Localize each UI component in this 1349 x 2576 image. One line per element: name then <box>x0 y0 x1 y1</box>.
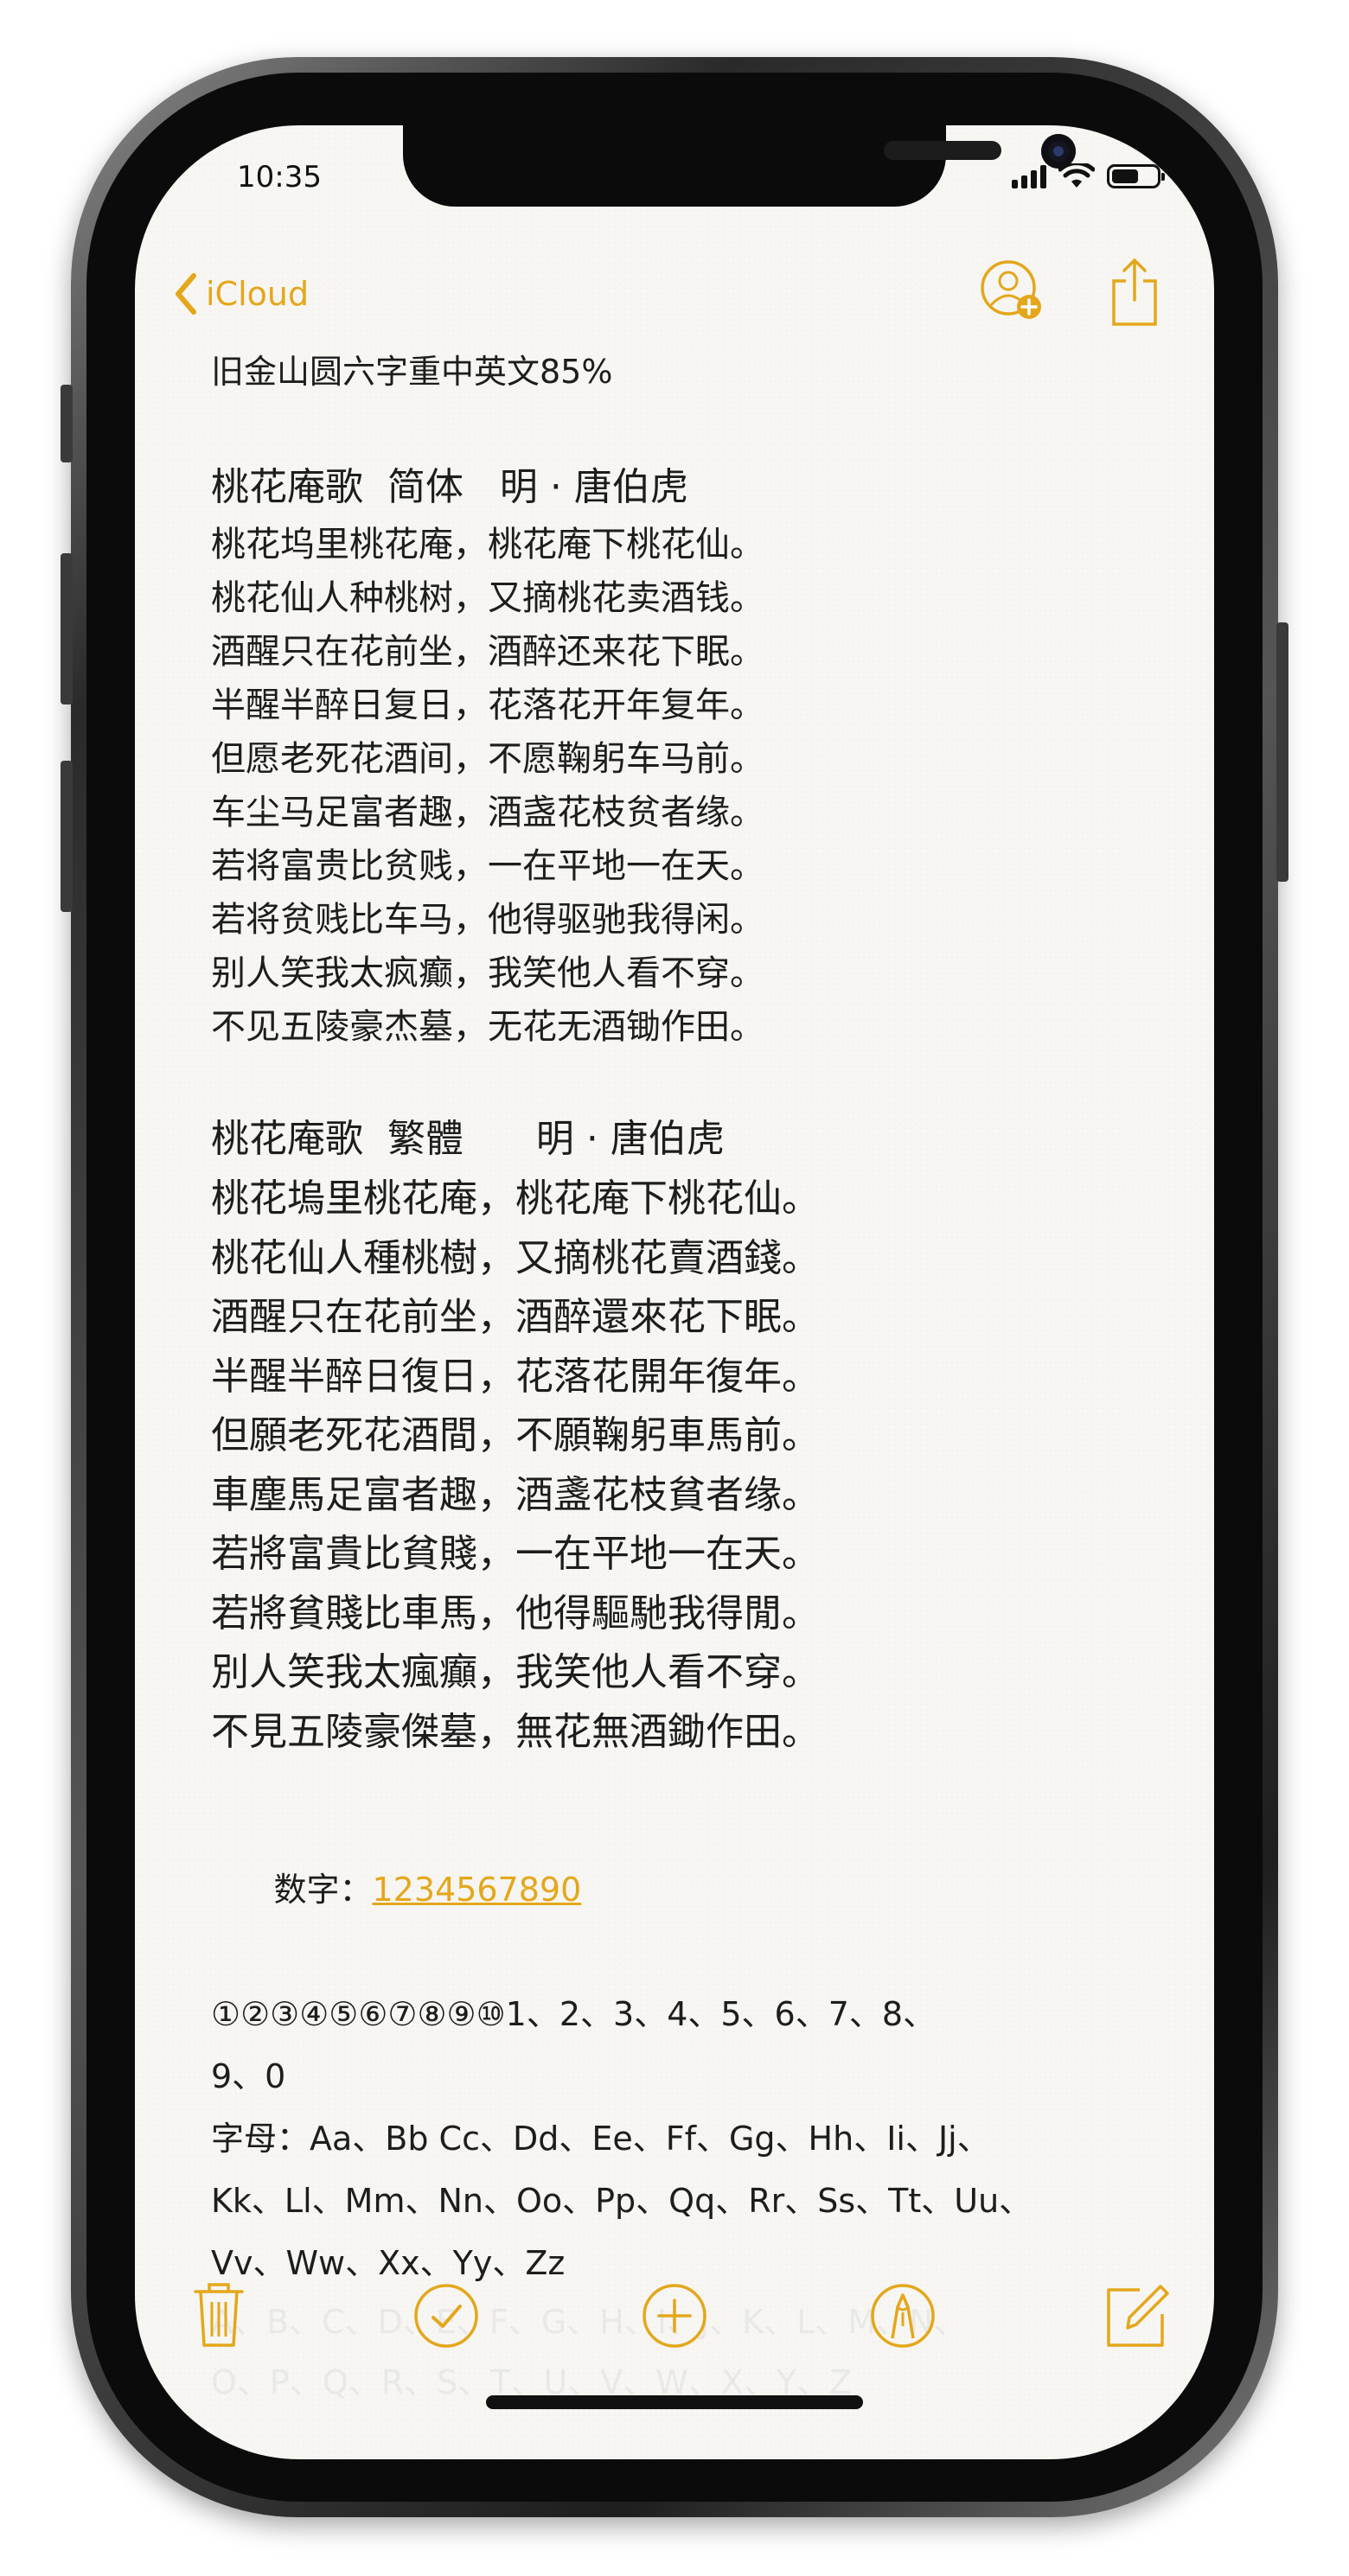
traditional-line: 桃花仙人種桃樹，又摘桃花賣酒錢。 <box>211 1235 820 1280</box>
status-time: 10:35 <box>237 160 322 194</box>
notch <box>403 125 1076 207</box>
traditional-title: 桃花庵歌 繁體 明 · 唐伯虎 <box>211 1117 725 1161</box>
markup-icon[interactable] <box>868 2281 937 2350</box>
simplified-line: 桃花坞里桃花庵，桃花庵下桃花仙。 <box>211 525 764 564</box>
signal-icon <box>1012 164 1046 188</box>
traditional-line: 半醒半醉日復日，花落花開年復年。 <box>211 1354 820 1399</box>
status-icons <box>1012 163 1165 189</box>
silent-switch <box>61 385 73 462</box>
traditional-line: 若將富貴比貧賤，一在平地一在天。 <box>211 1532 820 1576</box>
simplified-line: 若将贫贱比车马，他得驱驰我得闲。 <box>211 900 764 940</box>
add-person-icon[interactable] <box>977 257 1046 326</box>
battery-fill <box>1112 169 1138 183</box>
simplified-line: 别人笑我太疯癫，我笑他人看不穿。 <box>211 953 764 993</box>
simplified-line: 但愿老死花酒间，不愿鞠躬车马前。 <box>211 739 764 779</box>
letters-line: Kk、Ll、Mm、Nn、Oo、Pp、Qq、Rr、Ss、Tt、Uu、 <box>211 2182 1033 2220</box>
simplified-line: 不见五陵豪杰墓，无花无酒锄作田。 <box>211 1007 764 1047</box>
traditional-line: 桃花塢里桃花庵，桃花庵下桃花仙。 <box>211 1176 820 1221</box>
traditional-line: 酒醒只在花前坐，酒醉還來花下眠。 <box>211 1295 820 1339</box>
speaker-grille <box>884 141 1001 160</box>
simplified-line: 酒醒只在花前坐，酒醉还来花下眠。 <box>211 632 764 672</box>
share-icon[interactable] <box>1107 255 1162 328</box>
volume-up-button <box>61 553 73 705</box>
battery-icon <box>1107 164 1165 188</box>
traditional-line: 若將貧賤比車馬，他得驅馳我得閒。 <box>211 1591 820 1636</box>
simplified-line: 若将富贵比贫贱，一在平地一在天。 <box>211 846 764 886</box>
back-label: iCloud <box>206 275 310 313</box>
traditional-line: 不見五陵豪傑墓，無花無酒鋤作田。 <box>211 1709 820 1754</box>
nav-actions <box>977 255 1162 328</box>
traditional-line: 別人笑我太瘋癲，我笑他人看不穿。 <box>211 1650 820 1694</box>
compose-icon[interactable] <box>1102 2278 1171 2350</box>
note-body[interactable]: 旧金山圆六字重中英文85% 桃花庵歌 简体 明 · 唐伯虎 桃花坞里桃花庵，桃花… <box>211 341 1180 2294</box>
simplified-line: 桃花仙人种桃树，又摘桃花卖酒钱。 <box>211 578 764 618</box>
phone-number-link[interactable]: 1234567890 <box>373 1871 582 1909</box>
front-camera <box>1041 134 1076 169</box>
numbers-row: 数字：1234567890 <box>211 1796 1180 1983</box>
note-first-line: 旧金山圆六字重中英文85% <box>211 353 613 391</box>
letters-line: 字母：Aa、Bb Cc、Dd、Ee、Ff、Gg、Hh、Ii、Jj、 <box>211 2120 990 2158</box>
trash-icon[interactable] <box>189 2278 249 2350</box>
simplified-line: 车尘马足富者趣，酒盏花枝贫者缘。 <box>211 793 764 832</box>
home-indicator[interactable] <box>486 2395 863 2409</box>
traditional-line: 車塵馬足富者趣，酒盞花枝貧者缘。 <box>211 1472 820 1517</box>
power-button <box>1276 622 1288 882</box>
simplified-line: 半醒半醉日复日，花落花开年复年。 <box>211 685 764 725</box>
screen: 10:35 iCloud 旧金山圆六字重中英文85% 桃花庵歌 简体 明 · 唐… <box>135 125 1214 2459</box>
back-button[interactable]: iCloud <box>173 272 309 316</box>
numbers-line: ①②③④⑤⑥⑦⑧⑨⑩1、2、3、4、5、6、7、8、 <box>211 1995 937 2033</box>
checklist-icon[interactable] <box>412 2281 481 2350</box>
numbers-line: 9、0 <box>211 2057 286 2095</box>
chevron-left-icon <box>176 273 196 315</box>
simplified-title: 桃花庵歌 简体 明 · 唐伯虎 <box>211 465 688 509</box>
numbers-label: 数字： <box>273 1871 373 1909</box>
bottom-toolbar <box>135 2278 1214 2364</box>
volume-down-button <box>61 761 73 912</box>
traditional-line: 但願老死花酒間，不願鞠躬車馬前。 <box>211 1413 820 1457</box>
add-icon[interactable] <box>640 2281 709 2350</box>
